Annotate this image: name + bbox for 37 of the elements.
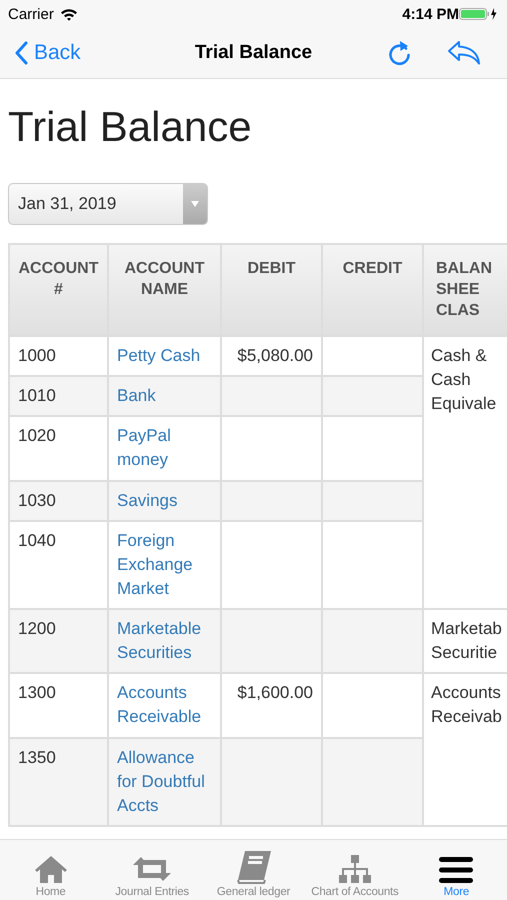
table-cell: 1020 bbox=[9, 416, 108, 480]
reply-icon[interactable] bbox=[447, 40, 481, 66]
hierarchy-icon bbox=[338, 854, 372, 884]
back-button[interactable]: Back bbox=[14, 41, 81, 65]
tab-item[interactable]: General ledger bbox=[202, 840, 304, 900]
column-header: ACCOUNT NAME bbox=[108, 244, 221, 336]
book-icon bbox=[234, 850, 273, 884]
column-header: ACCOUNT # bbox=[9, 244, 108, 336]
column-header: DEBIT bbox=[221, 244, 322, 336]
table-cell: Marketab Securitie bbox=[431, 619, 502, 662]
home-icon bbox=[32, 854, 69, 884]
tab-item[interactable]: Journal Entries bbox=[101, 840, 203, 900]
column-header: CREDIT bbox=[322, 244, 423, 336]
table-cell: 1010 bbox=[9, 376, 108, 416]
table-cell: 1300 bbox=[9, 673, 108, 738]
tab-item[interactable]: Chart of Accounts bbox=[304, 840, 406, 900]
menu-icon bbox=[439, 856, 474, 884]
tab-item[interactable]: More bbox=[406, 840, 507, 900]
status-time: 4:14 PM bbox=[402, 6, 459, 22]
date-dropdown[interactable]: Jan 31, 2019 bbox=[8, 183, 208, 225]
chevron-left-icon bbox=[14, 41, 28, 65]
table-cell: $5,080.00 bbox=[237, 346, 313, 365]
column-header: BALAN SHEE CLAS bbox=[423, 244, 507, 336]
wifi-icon bbox=[60, 8, 78, 20]
refresh-icon[interactable] bbox=[387, 39, 413, 67]
tab-item[interactable]: Home bbox=[0, 840, 102, 900]
nav-title: Trial Balance bbox=[194, 42, 312, 64]
dropdown-caret-icon bbox=[191, 201, 199, 207]
table-cell: 1030 bbox=[9, 480, 108, 521]
table-cell: 1350 bbox=[9, 738, 108, 826]
table-cell: Cash & Cash Equivale bbox=[431, 346, 496, 414]
battery-icon bbox=[459, 7, 499, 21]
carrier-label: Carrier bbox=[8, 6, 54, 22]
table-cell: 1200 bbox=[9, 609, 108, 674]
table-cell: Accounts Receivab bbox=[431, 683, 502, 726]
page-heading: Trial Balance bbox=[8, 103, 253, 151]
table-cell: $1,600.00 bbox=[237, 683, 313, 702]
